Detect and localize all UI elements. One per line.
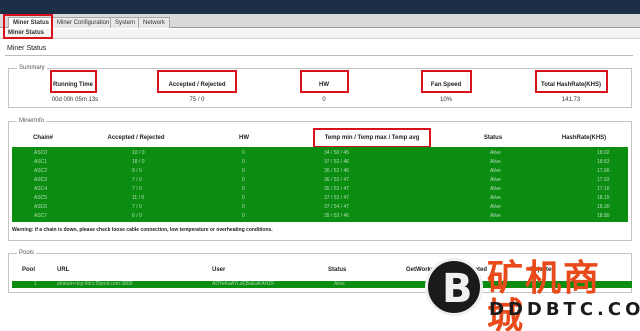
pools-header-status: Status — [328, 267, 347, 273]
chain-hw: 0 — [242, 168, 245, 174]
bitcoin-icon: B — [425, 258, 483, 316]
minerinfo-header-chain: Chain# — [32, 135, 53, 141]
chain-accepted-rejected: 9 / 0 — [132, 168, 142, 174]
chain-row: ASC4 7 / 0 0 35 / 53 / 47 Alive 17.16 — [12, 185, 628, 193]
top-header-bar — [0, 0, 640, 14]
chain-id: ASC0 — [34, 150, 48, 156]
chain-table-body: ASC0 10 / 0 0 34 / 50 / 45 Alive 18.02 A… — [12, 147, 628, 222]
pools-header-user: User — [212, 267, 226, 273]
minerinfo-header-accepted-rejected: Accepted / Rejected — [107, 135, 165, 141]
chain-row: ASC0 10 / 0 0 34 / 50 / 45 Alive 18.02 — [12, 149, 628, 157]
chain-id: ASC3 — [34, 177, 48, 183]
chain-status: Alive — [490, 186, 501, 192]
chain-accepted-rejected: 7 / 0 — [132, 186, 142, 192]
summary-hw: 0 — [322, 97, 326, 103]
divider — [5, 55, 633, 56]
chain-accepted-rejected: 6 / 0 — [132, 213, 142, 219]
chain-id: ASC5 — [34, 195, 48, 201]
chain-row: ASC6 7 / 0 0 37 / 54 / 47 Alive 18.30 — [12, 203, 628, 211]
page-title: Miner Status — [7, 45, 47, 52]
chain-accepted-rejected: 10 / 0 — [132, 150, 145, 156]
chain-temp: 34 / 50 / 45 — [324, 150, 350, 156]
highlight-box — [157, 70, 237, 93]
chain-hw: 0 — [242, 213, 245, 219]
chain-hashrate: 18.02 — [597, 150, 610, 156]
chain-status: Alive — [490, 213, 501, 219]
pool-user: ADYeKaAYLzEBaEaKAHZF — [212, 281, 275, 287]
chain-temp: 35 / 52 / 46 — [324, 213, 350, 219]
chain-id: ASC2 — [34, 168, 48, 174]
summary-fan-speed: 10% — [439, 97, 452, 103]
chain-id: ASC6 — [34, 204, 48, 210]
chain-row: ASC2 9 / 0 0 36 / 52 / 46 Alive 17.66 — [12, 167, 628, 175]
chain-hashrate: 18.15 — [597, 195, 610, 201]
chain-hashrate: 17.66 — [597, 168, 610, 174]
chain-id: ASC1 — [34, 159, 48, 165]
chain-accepted-rejected: 7 / 0 — [132, 177, 142, 183]
summary-running-time: 00d 00h 05m 13s — [51, 97, 99, 103]
chain-status: Alive — [490, 168, 501, 174]
chain-hw: 0 — [242, 204, 245, 210]
chain-row: ASC1 18 / 0 0 37 / 52 / 46 Alive 18.63 — [12, 158, 628, 166]
chain-hw: 0 — [242, 159, 245, 165]
chain-hashrate: 18.80 — [597, 213, 610, 219]
chain-hw: 0 — [242, 150, 245, 156]
minerinfo-header-hw: HW — [239, 135, 249, 141]
pools-header-pool: Pool — [22, 267, 35, 273]
watermark-logo: B 矿机商城 DDDBTC.COM — [425, 258, 640, 331]
pools-header-url: URL — [57, 267, 70, 273]
highlight-box — [313, 128, 431, 148]
pool-number: 1 — [34, 281, 37, 287]
chain-status: Alive — [490, 150, 501, 156]
summary-legend: Summary — [17, 65, 47, 71]
watermark-cn-text: 矿机商城 — [487, 258, 602, 331]
chain-hashrate: 17.93 — [597, 177, 610, 183]
summary-accepted-rejected: 75 / 0 — [189, 97, 205, 103]
pool-url: stratum+tcp://dcr.f2pool.com:3800 — [57, 281, 133, 287]
chain-row: ASC5 11 / 0 0 37 / 53 / 47 Alive 18.15 — [12, 194, 628, 202]
chain-accepted-rejected: 18 / 0 — [132, 159, 145, 165]
tab-network[interactable]: Network — [138, 17, 171, 28]
chain-temp: 36 / 52 / 46 — [324, 168, 350, 174]
tab-system[interactable]: System — [110, 17, 141, 28]
chain-id: ASC4 — [34, 186, 48, 192]
watermark-en-text: DDDBTC.COM — [489, 299, 640, 320]
chain-status: Alive — [490, 204, 501, 210]
minerinfo-header-status: Status — [483, 135, 503, 141]
highlight-box — [535, 70, 608, 93]
pools-legend: Pools — [17, 250, 37, 256]
chain-accepted-rejected: 7 / 0 — [132, 204, 142, 210]
sub-tab-bar: Miner Status — [0, 29, 640, 39]
chain-temp: 36 / 53 / 47 — [324, 177, 350, 183]
chain-temp: 37 / 53 / 47 — [324, 195, 350, 201]
chain-status: Alive — [490, 159, 501, 165]
highlight-box — [421, 70, 472, 93]
chain-temp: 37 / 54 / 47 — [324, 204, 350, 210]
tab-miner-configuration[interactable]: Miner Configuration — [52, 17, 115, 28]
chain-hw: 0 — [242, 177, 245, 183]
main-tab-bar: Miner Status Miner Configuration System … — [0, 14, 640, 28]
chain-hashrate: 17.16 — [597, 186, 610, 192]
chain-temp: 35 / 53 / 47 — [324, 186, 350, 192]
chain-status: Alive — [490, 177, 501, 183]
chain-hashrate: 18.63 — [597, 159, 610, 165]
pool-status: Alive — [334, 281, 345, 287]
chain-warning-text: Warning: if a chain is down, please chec… — [12, 227, 273, 233]
chain-row: ASC7 6 / 0 0 35 / 52 / 46 Alive 18.80 — [12, 212, 628, 220]
chain-id: ASC7 — [34, 213, 48, 219]
chain-hw: 0 — [242, 195, 245, 201]
chain-temp: 37 / 52 / 46 — [324, 159, 350, 165]
highlight-box — [300, 70, 349, 93]
chain-hw: 0 — [242, 186, 245, 192]
chain-row: ASC3 7 / 0 0 36 / 53 / 47 Alive 17.93 — [12, 176, 628, 184]
highlight-box — [3, 14, 53, 39]
minerinfo-legend: MinerInfo — [17, 118, 47, 124]
highlight-box — [50, 70, 97, 93]
chain-status: Alive — [490, 195, 501, 201]
minerinfo-header-hashrate: HashRate(KHS) — [561, 135, 607, 141]
chain-hashrate: 18.30 — [597, 204, 610, 210]
summary-total-hashrate: 141.73 — [561, 97, 581, 103]
chain-accepted-rejected: 11 / 0 — [132, 195, 145, 201]
